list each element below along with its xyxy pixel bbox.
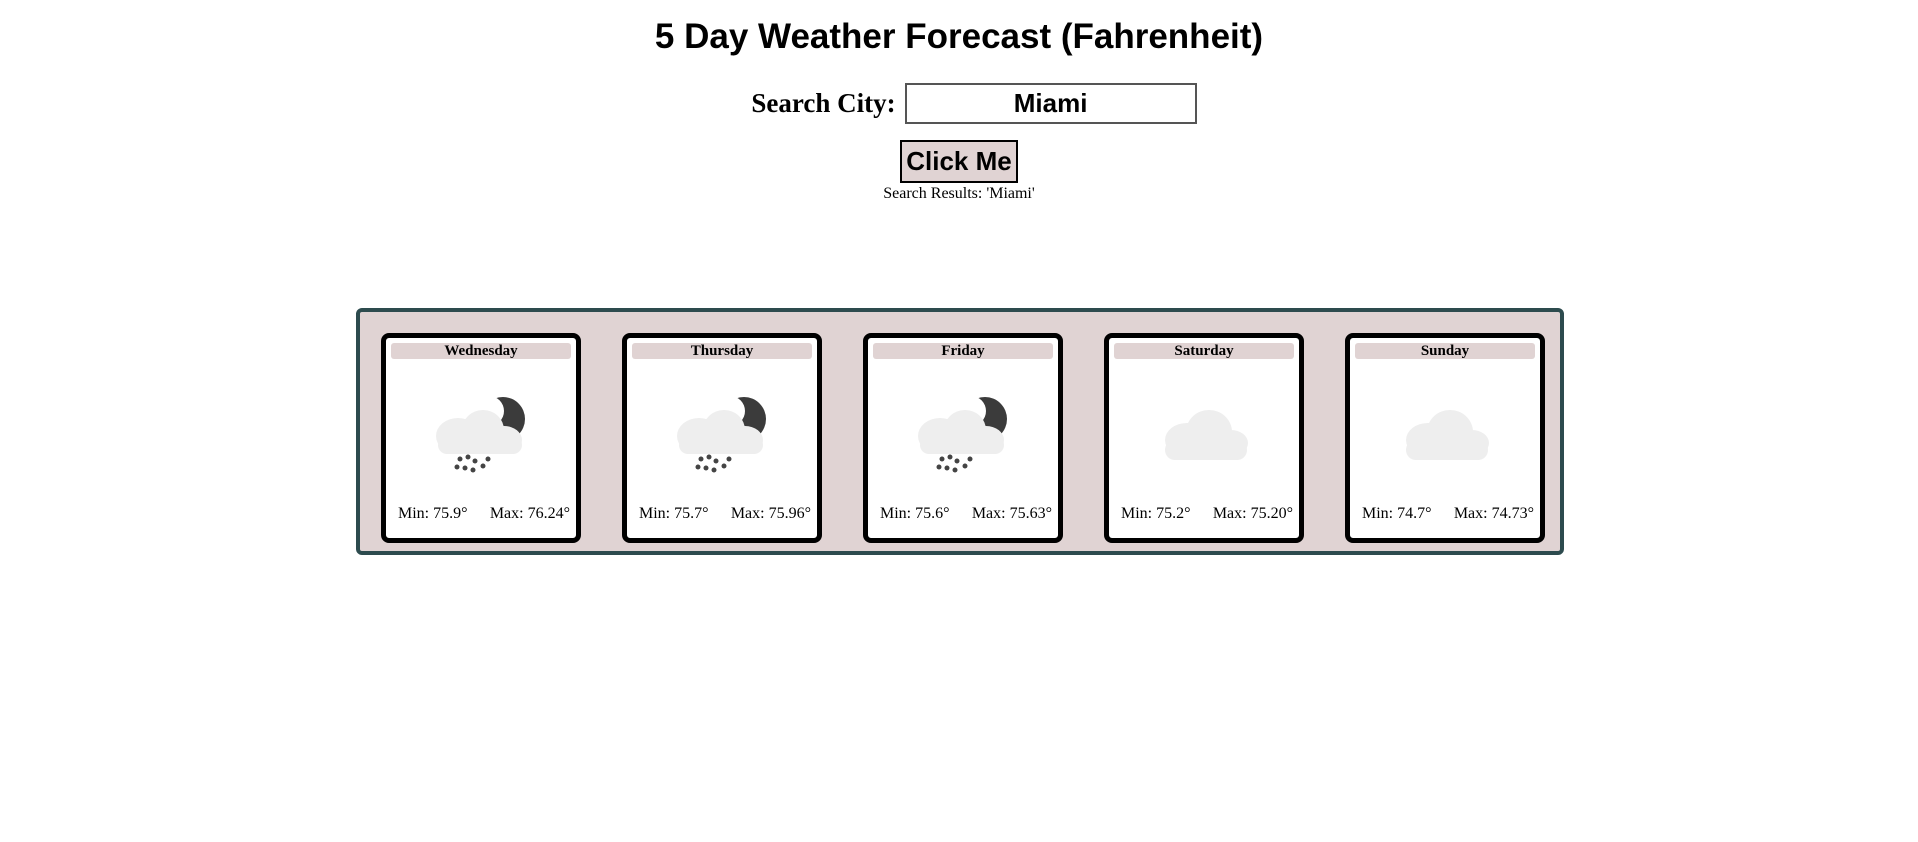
cloud-icon [1165,410,1248,460]
snow-night-icon [677,396,766,473]
max-temp: Max: 75.96° [730,505,811,522]
min-temp: Min: 75.9° [398,505,468,522]
day-name: Sunday [1355,343,1535,359]
temperature-range: Min: 75.9° Max: 76.24° [386,505,576,523]
max-temp: Max: 76.24° [489,505,570,522]
forecast-card: Friday Min: 75.6° Max: 75.63° [863,333,1063,543]
temperature-range: Min: 75.6° Max: 75.63° [868,505,1058,523]
forecast-panel: Wednesday Min: 75.9° Max: 76.24° Thursda… [356,308,1564,555]
min-temp: Min: 74.7° [1362,505,1432,522]
max-temp: Max: 75.63° [971,505,1052,522]
temperature-range: Min: 75.7° Max: 75.96° [627,505,817,523]
temperature-range: Min: 75.2° Max: 75.20° [1109,505,1299,523]
snow-night-icon [918,396,1007,473]
temperature-range: Min: 74.7° Max: 74.73° [1350,505,1540,523]
page: 5 Day Weather Forecast (Fahrenheit) Sear… [0,0,1918,842]
forecast-card: Wednesday Min: 75.9° Max: 76.24° [381,333,581,543]
min-temp: Min: 75.2° [1121,505,1191,522]
forecast-card: Saturday Min: 75.2° Max: 75.20° [1104,333,1304,543]
max-temp: Max: 74.73° [1453,505,1534,522]
day-name: Thursday [632,343,812,359]
search-label: Search City: [751,88,896,118]
cloud-icon [1406,410,1489,460]
page-title: 5 Day Weather Forecast (Fahrenheit) [654,17,1264,56]
snow-night-icon [436,396,525,473]
city-search-input[interactable] [904,83,1197,124]
forecast-card: Thursday Min: 75.7° Max: 75.96° [622,333,822,543]
max-temp: Max: 75.20° [1212,505,1293,522]
min-temp: Min: 75.7° [639,505,709,522]
search-results-text: Search Results: 'Miami' [883,185,1035,202]
day-name: Friday [873,343,1053,359]
min-temp: Min: 75.6° [880,505,950,522]
day-name: Saturday [1114,343,1294,359]
forecast-card: Sunday Min: 74.7° Max: 74.73° [1345,333,1545,543]
button-row: Click Me [0,140,1918,183]
day-name: Wednesday [391,343,571,359]
search-button[interactable]: Click Me [900,140,1018,183]
search-row: Search City: [0,83,1918,124]
